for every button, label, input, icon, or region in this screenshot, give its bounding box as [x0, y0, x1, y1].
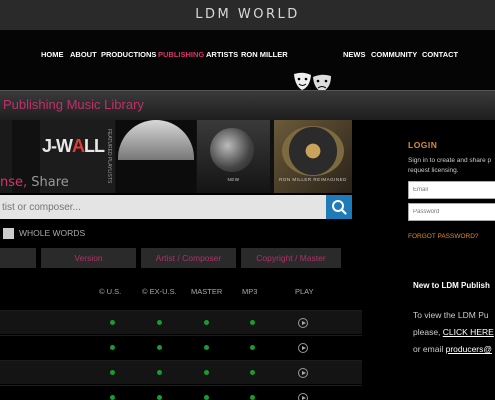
available-dot-master: [204, 345, 209, 350]
password-field[interactable]: [408, 203, 495, 221]
play-icon[interactable]: [298, 393, 308, 400]
click-here-link[interactable]: CLICK HERE: [443, 327, 494, 337]
available-dot-mp3: [250, 345, 255, 350]
new-to-ldm-line-2-prefix: please,: [413, 327, 443, 337]
available-dot-ex-us: [157, 345, 162, 350]
available-dot-mp3: [250, 320, 255, 325]
available-dot-ex-us: [157, 370, 162, 375]
nav-artists[interactable]: ARTISTS: [206, 50, 238, 59]
search-bar: [0, 195, 352, 219]
jwall-logo: J-WALL: [42, 136, 105, 157]
nav-news[interactable]: NEWS: [343, 50, 366, 59]
main-nav: HOME ABOUT PRODUCTIONS PUBLISHING ARTIST…: [0, 30, 495, 92]
login-title: LOGIN: [408, 140, 438, 150]
brand-title[interactable]: LDM WORLD: [195, 7, 299, 22]
available-dot-master: [204, 395, 209, 400]
nav-productions[interactable]: PRODUCTIONS: [101, 50, 156, 59]
nav-contact[interactable]: CONTACT: [422, 50, 458, 59]
jwall-logo-accent: A: [72, 136, 85, 156]
column-header-us: © U.S.: [99, 287, 122, 296]
login-description-line-2: request licensing.: [408, 167, 459, 174]
nav-publishing[interactable]: PUBLISHING: [158, 50, 204, 59]
nav-about[interactable]: ABOUT: [70, 50, 97, 59]
page-title: Publishing Music Library: [3, 97, 144, 112]
slogan-part-1: nse,: [0, 175, 28, 190]
search-icon: [332, 200, 347, 215]
column-header-ex-us: © EX-U.S.: [142, 287, 177, 296]
available-dot-us: [110, 345, 115, 350]
available-dot-mp3: [250, 370, 255, 375]
nav-community[interactable]: COMMUNITY: [371, 50, 417, 59]
available-dot-ex-us: [157, 320, 162, 325]
forgot-password-link[interactable]: FORGOT PASSWORD?: [408, 233, 479, 240]
available-dot-us: [110, 320, 115, 325]
column-header-play: PLAY: [295, 287, 314, 296]
filter-button-copyright-master[interactable]: Copyright / Master: [241, 248, 341, 268]
nav-home[interactable]: HOME: [41, 50, 64, 59]
available-dot-us: [110, 370, 115, 375]
new-to-ldm-line-2: please, CLICK HERE: [413, 327, 494, 337]
available-dot-mp3: [250, 395, 255, 400]
new-to-ldm-line-3: or email producers@: [413, 344, 492, 354]
search-input[interactable]: [0, 195, 326, 219]
whole-words-label: WHOLE WORDS: [19, 228, 86, 238]
tile-caption-new: NEW: [227, 177, 240, 182]
whole-words-option[interactable]: WHOLE WORDS: [3, 228, 86, 240]
filter-button-artist-composer[interactable]: Artist / Composer: [141, 248, 236, 268]
jwall-logo-right: LL: [84, 136, 105, 156]
filter-button-title[interactable]: [0, 248, 36, 268]
table-row[interactable]: [0, 385, 362, 400]
column-header-master: MASTER: [191, 287, 223, 296]
whole-words-checkbox[interactable]: [3, 228, 14, 240]
play-icon[interactable]: [298, 318, 308, 328]
nav-ron-miller[interactable]: RON MILLER: [241, 50, 288, 59]
login-description-line-1: Sign in to create and share p: [408, 157, 492, 164]
search-button[interactable]: [326, 195, 352, 219]
login-description: Sign in to create and share p request li…: [408, 156, 495, 176]
available-dot-master: [204, 320, 209, 325]
new-to-ldm-line-3-prefix: or email: [413, 344, 446, 354]
new-to-ldm-title: New to LDM Publish: [413, 281, 490, 290]
table-row[interactable]: [0, 360, 362, 384]
available-dot-us: [110, 395, 115, 400]
filter-button-version[interactable]: Version: [41, 248, 136, 268]
email-link[interactable]: producers@: [446, 344, 492, 354]
brand-bar: LDM WORLD: [0, 0, 495, 30]
available-dot-master: [204, 370, 209, 375]
play-icon[interactable]: [298, 368, 308, 378]
tile-caption-ron-miller: RON MILLER REIMAGINED: [279, 177, 347, 182]
jwall-logo-left: J-W: [42, 136, 73, 156]
play-icon[interactable]: [298, 343, 308, 353]
page-title-bar: Publishing Music Library: [0, 90, 495, 120]
banner-vertical-caption: FEATURED PLAYLISTS: [106, 129, 112, 184]
slogan-part-2: Share: [27, 175, 69, 190]
new-to-ldm-line-1: To view the LDM Pu: [413, 310, 489, 320]
available-dot-ex-us: [157, 395, 162, 400]
banner-image-microphone: [210, 128, 254, 172]
table-row[interactable]: [0, 335, 362, 359]
banner-slogan: nse, Share: [0, 175, 69, 190]
banner-image-record: [282, 126, 344, 176]
email-field[interactable]: [408, 181, 495, 199]
table-row[interactable]: [0, 310, 362, 334]
column-header-mp3: MP3: [242, 287, 258, 296]
